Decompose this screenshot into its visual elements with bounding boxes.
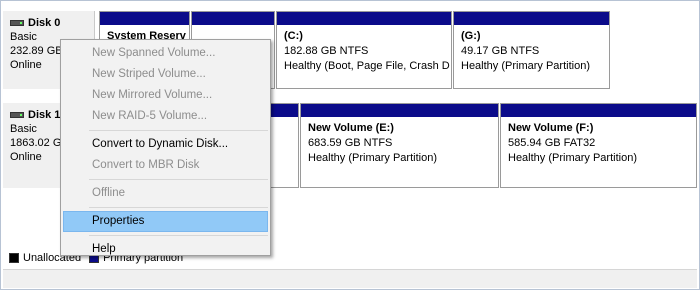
primary-partition-bar — [100, 12, 189, 25]
primary-partition-bar — [501, 104, 696, 117]
menu-new-spanned-volume[interactable]: New Spanned Volume... — [61, 43, 270, 64]
disk-drive-icon — [10, 20, 24, 26]
disk-name: Disk 1 — [28, 109, 61, 121]
disk-title: Disk 0 — [10, 16, 94, 30]
partition-status: Healthy (Primary Partition) — [508, 152, 637, 164]
partition-name: New Volume (F:) — [508, 122, 594, 134]
partition-status: Healthy (Primary Partition) — [461, 60, 590, 72]
partition-status: Healthy (Primary Partition) — [308, 152, 437, 164]
partition-e[interactable]: New Volume (E:) 683.59 GB NTFS Healthy (… — [300, 103, 499, 188]
horizontal-scrollbar[interactable] — [3, 269, 697, 288]
partition-name: (G:) — [461, 30, 481, 42]
partition-g[interactable]: (G:) 49.17 GB NTFS Healthy (Primary Part… — [453, 11, 610, 89]
partition-size: 182.88 GB NTFS — [284, 45, 369, 57]
primary-partition-bar — [301, 104, 498, 117]
partition-size: 585.94 GB FAT32 — [508, 137, 596, 149]
menu-offline[interactable]: Offline — [61, 183, 270, 204]
menu-separator — [89, 207, 268, 208]
menu-convert-to-mbr-disk[interactable]: Convert to MBR Disk — [61, 155, 270, 176]
context-menu: New Spanned Volume... New Striped Volume… — [60, 39, 271, 256]
menu-separator — [89, 179, 268, 180]
menu-properties[interactable]: Properties — [63, 211, 268, 232]
partition-name: (C:) — [284, 30, 303, 42]
partition-size: 683.59 GB NTFS — [308, 137, 393, 149]
unallocated-swatch — [9, 253, 19, 263]
disk-drive-icon — [10, 112, 24, 118]
menu-help[interactable]: Help — [61, 239, 270, 260]
menu-new-striped-volume[interactable]: New Striped Volume... — [61, 64, 270, 85]
partition-f[interactable]: New Volume (F:) 585.94 GB FAT32 Healthy … — [500, 103, 697, 188]
menu-convert-to-dynamic-disk[interactable]: Convert to Dynamic Disk... — [61, 134, 270, 155]
primary-partition-bar — [454, 12, 609, 25]
partition-c[interactable]: (C:) 182.88 GB NTFS Healthy (Boot, Page … — [276, 11, 452, 89]
menu-separator — [89, 235, 268, 236]
primary-partition-bar — [277, 12, 451, 25]
menu-separator — [89, 130, 268, 131]
menu-new-mirrored-volume[interactable]: New Mirrored Volume... — [61, 85, 270, 106]
primary-partition-bar — [192, 12, 274, 25]
menu-new-raid5-volume[interactable]: New RAID-5 Volume... — [61, 106, 270, 127]
partition-status: Healthy (Boot, Page File, Crash D — [284, 60, 450, 72]
partition-name: New Volume (E:) — [308, 122, 394, 134]
disk-name: Disk 0 — [28, 17, 61, 29]
partition-size: 49.17 GB NTFS — [461, 45, 540, 57]
